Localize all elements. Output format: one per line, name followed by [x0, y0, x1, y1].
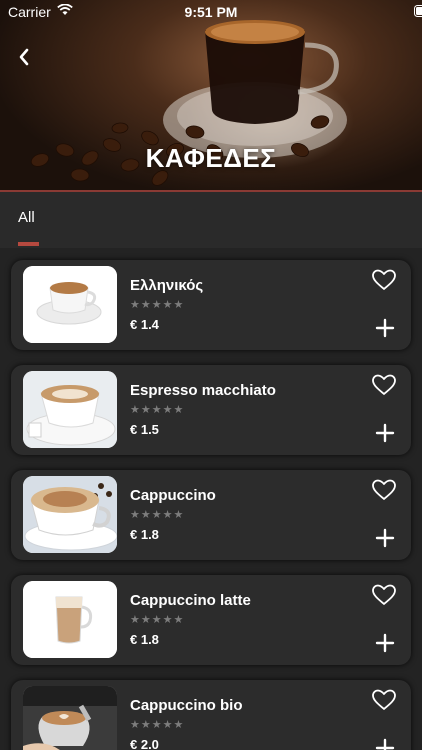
product-image [23, 371, 117, 448]
heart-icon[interactable] [371, 478, 397, 502]
screen: Carrier 9:51 PM ΚΑΦΕΔΕΣ All Ελληνικός ★★… [0, 0, 422, 750]
item-name: Cappuccino bio [130, 697, 243, 714]
add-to-cart-icon[interactable] [375, 633, 395, 653]
header-image: Carrier 9:51 PM ΚΑΦΕΔΕΣ [0, 0, 422, 192]
rating-stars: ★★★★★ [130, 404, 185, 416]
add-to-cart-icon[interactable] [375, 423, 395, 443]
add-to-cart-icon[interactable] [375, 738, 395, 750]
list-item[interactable]: Espresso macchiato ★★★★★ € 1.5 [11, 365, 411, 455]
back-button[interactable] [18, 48, 46, 76]
item-name: Cappuccino latte [130, 592, 251, 609]
status-time: 9:51 PM [184, 4, 238, 20]
rating-stars: ★★★★★ [130, 299, 185, 311]
chevron-left-icon [19, 48, 29, 66]
item-price: € 1.4 [130, 317, 159, 332]
rating-stars: ★★★★★ [130, 719, 185, 731]
product-image [23, 581, 117, 658]
list-item[interactable]: Cappuccino bio ★★★★★ € 2.0 [11, 680, 411, 750]
heart-icon[interactable] [371, 688, 397, 712]
tab-indicator [18, 242, 39, 246]
list-item[interactable]: Cappuccino ★★★★★ € 1.8 [11, 470, 411, 560]
product-image [23, 266, 117, 343]
tab-all[interactable]: All [18, 209, 35, 226]
item-price: € 2.0 [130, 737, 159, 750]
product-image [23, 686, 117, 750]
page-title: ΚΑΦΕΔΕΣ [145, 143, 277, 173]
item-price: € 1.8 [130, 632, 159, 647]
rating-stars: ★★★★★ [130, 509, 185, 521]
product-image [23, 476, 117, 553]
heart-icon[interactable] [371, 268, 397, 292]
item-price: € 1.5 [130, 422, 159, 437]
item-price: € 1.8 [130, 527, 159, 542]
heart-icon[interactable] [371, 373, 397, 397]
list-item[interactable]: Ελληνικός ★★★★★ € 1.4 [11, 260, 411, 350]
heart-icon[interactable] [371, 583, 397, 607]
list-item[interactable]: Cappuccino latte ★★★★★ € 1.8 [11, 575, 411, 665]
rating-stars: ★★★★★ [130, 614, 185, 626]
item-name: Ελληνικός [130, 277, 204, 294]
add-to-cart-icon[interactable] [375, 318, 395, 338]
item-name: Cappuccino [130, 487, 216, 504]
category-tabs: All [0, 192, 422, 248]
product-list: Ελληνικός ★★★★★ € 1.4 Espresso macchiato… [0, 248, 422, 750]
add-to-cart-icon[interactable] [375, 528, 395, 548]
item-name: Espresso macchiato [130, 382, 276, 399]
status-bar: Carrier 9:51 PM [0, 0, 422, 24]
